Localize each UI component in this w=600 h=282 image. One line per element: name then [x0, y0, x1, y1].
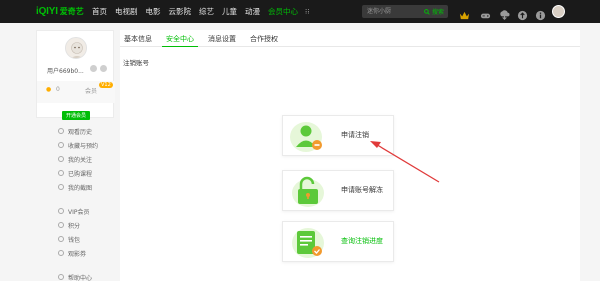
sidebar-item-follow[interactable]: 我的关注: [58, 154, 92, 164]
sidebar-item-vip[interactable]: VIP会员: [58, 206, 90, 216]
help-icon: [58, 274, 64, 280]
username: 用户669b0...: [47, 68, 84, 75]
vip-icon: [58, 208, 64, 214]
profile-stats: ● 0 会员 V12: [37, 81, 115, 103]
search-input[interactable]: [367, 6, 423, 17]
option-label: 申请注销: [341, 131, 369, 139]
logo-text-cn: 爱奇艺: [59, 7, 84, 16]
search-button-label: 搜索: [431, 9, 444, 16]
avatar[interactable]: [65, 37, 87, 59]
nav-kids[interactable]: 儿童: [218, 6, 241, 17]
main-nav: 首页 电视剧 电影 云影院 综艺 儿童 动漫 会员中心 ⁝⁝: [88, 0, 309, 23]
search-button[interactable]: 搜索: [424, 7, 444, 16]
vip-label[interactable]: 会员: [85, 86, 97, 95]
top-navigation-bar: iQIYI 爱奇艺 首页 电视剧 电影 云影院 综艺 儿童 动漫 会员中心 ⁝⁝…: [0, 0, 600, 23]
points-icon: [58, 222, 64, 228]
logo-text: iQIYI: [36, 6, 58, 17]
iqiyi-logo[interactable]: iQIYI 爱奇艺: [36, 5, 84, 18]
unlock-icon: [292, 176, 324, 207]
apply-deactivation-button[interactable]: 申请注销: [282, 115, 394, 156]
profile-card: 用户669b0... ● 0 会员 V12 开通会员: [36, 30, 115, 120]
document-check-icon: [292, 228, 324, 258]
nav-movies[interactable]: 电影: [142, 6, 165, 17]
open-vip-button[interactable]: 开通会员: [62, 111, 90, 120]
search-icon: [424, 8, 430, 15]
tab-security-center[interactable]: 安全中心: [162, 30, 198, 47]
nav-tv-series[interactable]: 电视剧: [111, 6, 142, 17]
history-icon: [58, 128, 64, 134]
download-icon[interactable]: [499, 6, 510, 20]
vip-level-badge: V12: [99, 82, 113, 88]
upload-icon[interactable]: [517, 6, 528, 21]
screenshot-icon: [58, 184, 64, 190]
crown-icon[interactable]: [459, 6, 470, 20]
sidebar-item-label: 我的截图: [68, 184, 93, 192]
sidebar-item-label: 钱包: [68, 236, 81, 244]
grid-dots-icon[interactable]: ⁝⁝: [305, 8, 309, 16]
settings-tabs: 基本信息 安全中心 消息设置 合作授权: [120, 30, 580, 47]
game-controller-icon[interactable]: [480, 6, 491, 19]
nav-vip-center[interactable]: 会员中心: [264, 6, 302, 17]
wallet-icon: [58, 236, 64, 242]
coin-icon: ●: [46, 86, 52, 93]
user-minus-icon: [290, 122, 322, 152]
sidebar-item-label: 已购课程: [68, 170, 93, 178]
tab-authorization[interactable]: 合作授权: [246, 30, 282, 47]
page-body: 用户669b0... ● 0 会员 V12 开通会员 观看历史 收藏与预约 我的…: [0, 23, 600, 282]
sidebar-item-label: 我的关注: [68, 156, 93, 164]
sidebar-item-label: VIP会员: [68, 208, 90, 216]
sidebar-item-label: 观影券: [68, 250, 87, 258]
user-badges: [90, 65, 107, 72]
check-deactivation-progress-button[interactable]: 查询注销进度: [282, 221, 394, 262]
sidebar-item-screenshots[interactable]: 我的截图: [58, 182, 92, 192]
nav-variety[interactable]: 综艺: [195, 6, 218, 17]
user-avatar[interactable]: [552, 5, 565, 18]
unfreeze-account-button[interactable]: 申请账号解冻: [282, 170, 394, 211]
sidebar-item-label: 观看历史: [68, 128, 93, 136]
ticket-icon: [58, 250, 64, 256]
avatar-image: [66, 38, 86, 58]
nav-anime[interactable]: 动漫: [241, 6, 264, 17]
info-icon[interactable]: [535, 6, 546, 21]
tab-message-settings[interactable]: 消息设置: [204, 30, 240, 47]
option-label: 查询注销进度: [341, 237, 383, 245]
sidebar-item-favorites[interactable]: 收藏与预约: [58, 140, 98, 150]
sidebar-item-label: 帮助中心: [68, 274, 93, 282]
sidebar-item-tickets[interactable]: 观影券: [58, 248, 86, 258]
sidebar-item-label: 收藏与预约: [68, 142, 99, 150]
sidebar-item-courses[interactable]: 已购课程: [58, 168, 92, 178]
main-panel: 基本信息 安全中心 消息设置 合作授权 注销账号 申请注销 申请账号解冻 查询注…: [120, 30, 580, 281]
course-icon: [58, 170, 64, 176]
star-icon: [58, 142, 64, 148]
sidebar-item-label: 积分: [68, 222, 81, 230]
sidebar-item-history[interactable]: 观看历史: [58, 126, 92, 136]
follow-icon: [58, 156, 64, 162]
nav-home[interactable]: 首页: [88, 6, 111, 17]
section-title: 注销账号: [123, 59, 149, 67]
option-label: 申请账号解冻: [341, 186, 383, 194]
tab-basic-info[interactable]: 基本信息: [120, 30, 156, 47]
sidebar-item-wallet[interactable]: 钱包: [58, 234, 80, 244]
lock-icon[interactable]: [90, 65, 97, 72]
gold-count[interactable]: 0: [56, 86, 60, 93]
search-box: 搜索: [362, 5, 448, 18]
sidebar-item-points[interactable]: 积分: [58, 220, 80, 230]
nav-cloud-cinema[interactable]: 云影院: [165, 6, 196, 17]
mobile-icon[interactable]: [100, 65, 107, 72]
